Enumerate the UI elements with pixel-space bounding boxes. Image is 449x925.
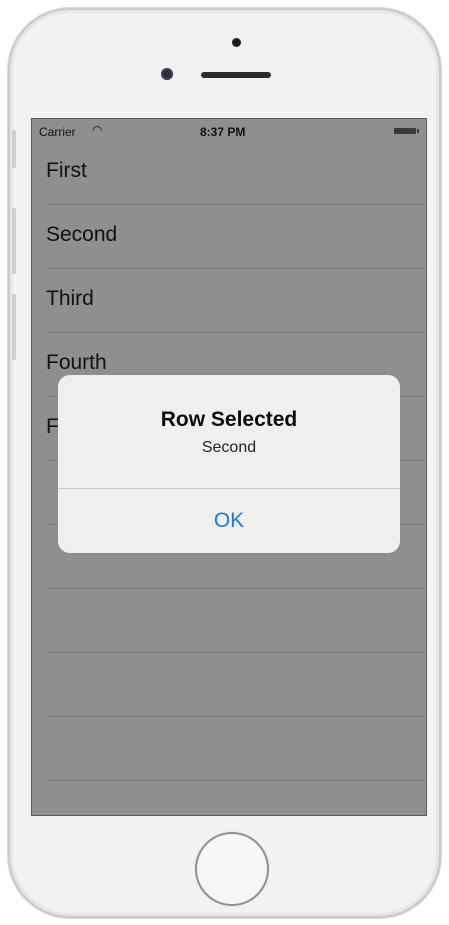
table-row[interactable]: Second [32, 205, 426, 269]
earpiece-speaker [201, 72, 271, 78]
screen: Carrier ◠ 8:37 PM First Second Third Fou… [31, 118, 427, 816]
wifi-icon: ◠ [92, 123, 103, 137]
home-button[interactable] [195, 832, 269, 906]
row-label: Fourth [46, 351, 107, 374]
battery-icon [394, 128, 419, 134]
row-label: Third [46, 287, 94, 310]
table-row[interactable]: First [32, 141, 426, 205]
row-label: First [46, 159, 87, 182]
table-row[interactable] [32, 589, 426, 653]
alert-dialog: Row Selected Second OK [58, 375, 400, 553]
table-row[interactable] [32, 717, 426, 781]
row-separator [46, 780, 426, 781]
clock: 8:37 PM [200, 125, 246, 139]
carrier-label: Carrier [39, 125, 76, 139]
volume-down-button [12, 294, 16, 360]
row-label: F [46, 415, 59, 438]
status-bar: Carrier ◠ 8:37 PM [32, 119, 426, 141]
row-label: Second [46, 223, 118, 246]
volume-up-button [12, 208, 16, 274]
table-row[interactable] [32, 653, 426, 717]
alert-title: Row Selected [160, 408, 298, 431]
ok-button[interactable]: OK [58, 489, 400, 553]
front-camera-icon [161, 68, 173, 80]
alert-message: Second [201, 439, 257, 456]
mute-switch [12, 130, 16, 168]
table-row[interactable]: Third [32, 269, 426, 333]
proximity-sensor [232, 38, 241, 47]
